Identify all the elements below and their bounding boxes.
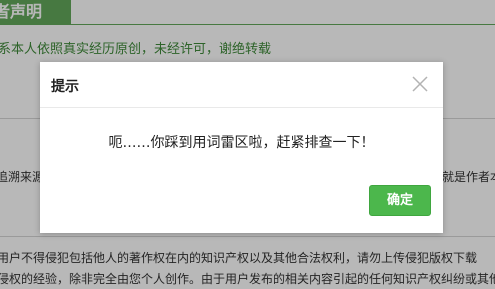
confirm-button[interactable]: 确定 [369,185,431,216]
close-button[interactable] [411,75,429,93]
dialog-header: 提示 [40,62,443,108]
dialog-title: 提示 [51,79,79,95]
close-icon [412,76,428,92]
alert-dialog: 提示 呃……你踩到用词雷区啦，赶紧排查一下！ 确定 [40,62,443,233]
dialog-message: 呃……你踩到用词雷区啦，赶紧排查一下！ [108,135,375,151]
